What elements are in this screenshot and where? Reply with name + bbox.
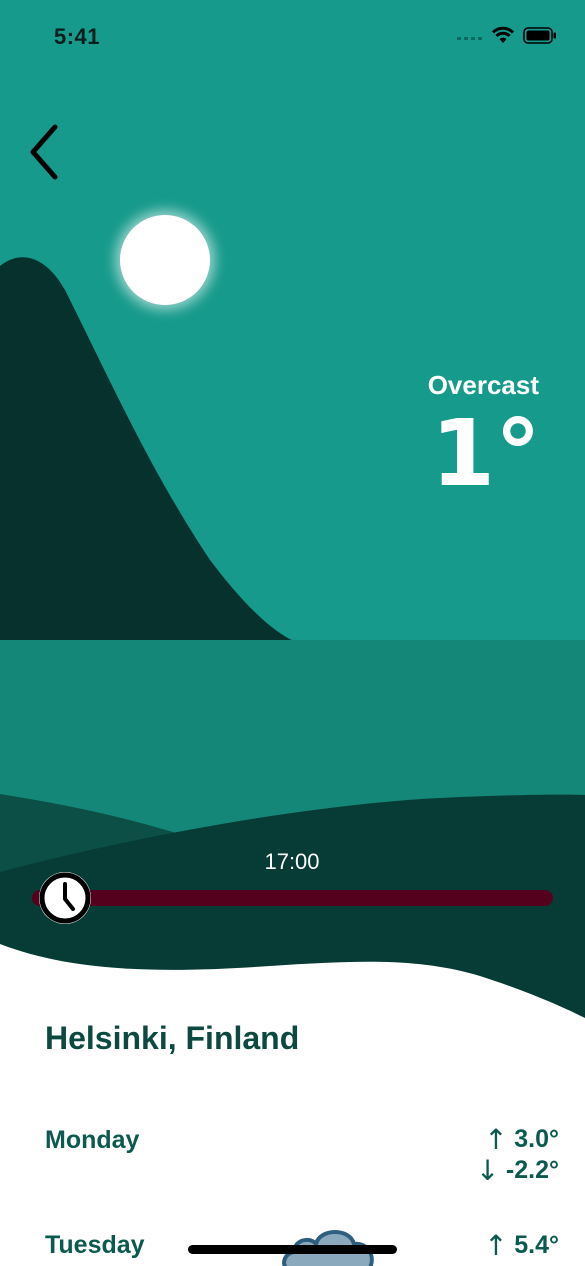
- arrow-up-icon: ↑: [484, 1229, 508, 1262]
- back-button[interactable]: [18, 122, 68, 186]
- arrow-down-icon: ↓: [475, 1154, 500, 1187]
- low-temp: -2.2°: [505, 1156, 559, 1184]
- city-name: Helsinki, Finland: [45, 1020, 300, 1056]
- ground: [0, 944, 585, 1266]
- signal-icon: [457, 29, 483, 47]
- high-temp: 3.0°: [514, 1125, 559, 1153]
- high-temp-line: ↑ 3.0°: [439, 1123, 559, 1156]
- landscape-illustration: [0, 0, 585, 1266]
- time-slider-track[interactable]: [32, 890, 553, 906]
- wifi-icon: [491, 26, 515, 49]
- weather-screen: 5:41 Overcast 1° 17:00 Helsinki, Finland…: [0, 0, 585, 1266]
- high-temp: 5.4°: [514, 1231, 559, 1259]
- forecast-temps: ↑ 5.4°: [439, 1229, 559, 1262]
- arrow-up-icon: ↑: [484, 1123, 508, 1156]
- forecast-day: Monday: [45, 1126, 140, 1154]
- forecast-temps: ↑ 3.0° ↓ -2.2°: [439, 1123, 559, 1187]
- status-icons: [457, 26, 557, 49]
- current-temperature: 1°: [430, 400, 541, 507]
- clock-icon: [39, 872, 91, 924]
- cloud-icon: [280, 1222, 380, 1266]
- battery-icon: [523, 26, 557, 49]
- high-temp-line: ↑ 5.4°: [439, 1229, 559, 1262]
- weather-condition: Overcast: [427, 370, 539, 400]
- home-indicator[interactable]: [188, 1245, 397, 1254]
- time-slider-handle[interactable]: [39, 872, 91, 924]
- chevron-left-icon: [25, 123, 61, 186]
- sun: [120, 215, 210, 305]
- low-temp-line: ↓ -2.2°: [439, 1154, 559, 1187]
- status-time: 5:41: [54, 24, 101, 49]
- forecast-day: Tuesday: [45, 1231, 145, 1259]
- slider-time-label: 17:00: [264, 849, 320, 874]
